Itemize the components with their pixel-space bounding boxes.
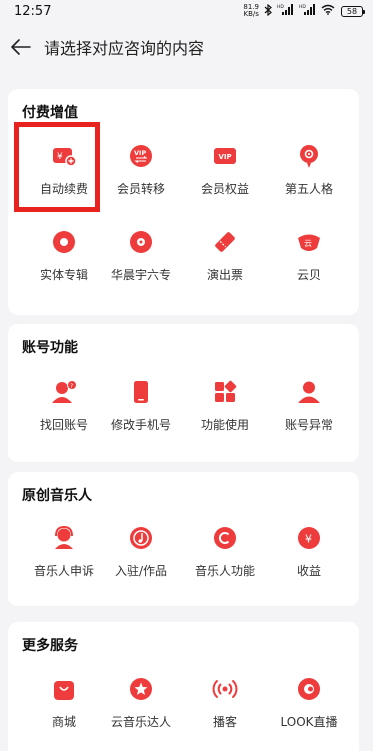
item-label: 会员权益 bbox=[200, 182, 249, 196]
status-icons: 81.9 KB/s HD HD 58 bbox=[243, 3, 365, 19]
item-label: 商城 bbox=[51, 715, 76, 729]
item-label: 播客 bbox=[212, 715, 237, 729]
section-title: 付费增值 bbox=[22, 105, 78, 121]
item-label: 收益 bbox=[296, 564, 321, 578]
physical-album-icon bbox=[51, 229, 77, 255]
item-label: 云音乐达人 bbox=[110, 715, 171, 729]
shopping-bag-icon bbox=[51, 676, 77, 702]
item-identity-v[interactable]: 第五人格 bbox=[269, 135, 349, 205]
star-badge-icon bbox=[128, 676, 154, 702]
item-label: 第五人格 bbox=[284, 182, 333, 196]
item-earnings[interactable]: ¥ 收益 bbox=[269, 517, 349, 587]
section-account: 账号功能 ? 找回账号 修改手机号 功能使用 账号异常 bbox=[8, 324, 359, 462]
ticket-icon bbox=[212, 229, 238, 255]
item-label: LOOK直播 bbox=[280, 715, 338, 729]
section-original-musician: 原创音乐人 音乐人申诉 入驻/作品 音乐人功能 ¥ 收益 bbox=[8, 472, 359, 606]
item-label: 会员转移 bbox=[116, 182, 165, 196]
item-ticket[interactable]: 演出票 bbox=[185, 221, 265, 291]
wifi-icon bbox=[321, 4, 335, 18]
item-podcast[interactable]: 播客 bbox=[185, 668, 265, 738]
back-arrow-icon[interactable] bbox=[8, 34, 34, 60]
item-mall[interactable]: 商城 bbox=[24, 668, 104, 738]
item-vip-transfer[interactable]: VIP 会员转移 bbox=[101, 135, 181, 205]
item-register-works[interactable]: 入驻/作品 bbox=[101, 517, 181, 587]
page-title: 请选择对应咨询的内容 bbox=[44, 39, 205, 58]
item-music-talent[interactable]: 云音乐达人 bbox=[101, 668, 181, 738]
item-musician-features[interactable]: 音乐人功能 bbox=[185, 517, 265, 587]
item-vip-benefits[interactable]: VIP 会员权益 bbox=[185, 135, 265, 205]
recover-account-icon: ? bbox=[51, 379, 77, 405]
signal-icon: HD bbox=[299, 4, 317, 18]
item-label: 找回账号 bbox=[39, 418, 88, 432]
svg-text:?: ? bbox=[70, 383, 73, 390]
item-look-live[interactable]: LOOK直播 bbox=[269, 668, 349, 738]
section-more-services: 更多服务 商城 云音乐达人 播客 LOOK直播 bbox=[8, 622, 359, 751]
battery-icon: 58 bbox=[341, 5, 365, 17]
section-title: 账号功能 bbox=[22, 340, 78, 356]
section-title: 原创音乐人 bbox=[22, 488, 92, 504]
item-disc[interactable]: 华晨宇六专 bbox=[101, 221, 181, 291]
headset-person-icon bbox=[51, 525, 77, 551]
item-label: 入驻/作品 bbox=[114, 564, 168, 578]
svg-text:HD: HD bbox=[299, 4, 306, 10]
net-speed-unit: KB/s bbox=[243, 10, 259, 18]
item-physical-album[interactable]: 实体专辑 bbox=[24, 221, 104, 291]
item-recover-account[interactable]: ? 找回账号 bbox=[24, 371, 104, 441]
header: 请选择对应咨询的内容 bbox=[0, 22, 373, 72]
signal-icon: HD bbox=[277, 4, 295, 18]
cloud-coin-icon: 云 bbox=[296, 229, 322, 255]
svg-text:HD: HD bbox=[277, 4, 284, 10]
svg-text:VIP: VIP bbox=[219, 153, 232, 161]
item-label: 音乐人功能 bbox=[194, 564, 255, 578]
item-change-phone[interactable]: 修改手机号 bbox=[101, 371, 181, 441]
vip-benefits-icon: VIP bbox=[212, 143, 238, 169]
net-speed: 81.9 KB/s bbox=[243, 4, 259, 18]
music-note-icon bbox=[128, 525, 154, 551]
item-label: 功能使用 bbox=[200, 418, 249, 432]
yuan-icon: ¥ bbox=[296, 525, 322, 551]
item-musician-appeal[interactable]: 音乐人申诉 bbox=[24, 517, 104, 587]
bluetooth-icon bbox=[263, 3, 273, 19]
item-label: 账号异常 bbox=[284, 418, 333, 432]
feature-grid-icon bbox=[212, 379, 238, 405]
status-bar: 12:57 81.9 KB/s HD HD 58 bbox=[0, 0, 373, 22]
phone-icon bbox=[128, 379, 154, 405]
identity-v-icon bbox=[296, 143, 322, 169]
live-eye-icon bbox=[296, 676, 322, 702]
disc-icon bbox=[128, 229, 154, 255]
vip-transfer-icon: VIP bbox=[128, 143, 154, 169]
item-label: 修改手机号 bbox=[110, 418, 171, 432]
section-title: 更多服务 bbox=[22, 638, 78, 654]
svg-text:VIP: VIP bbox=[134, 149, 146, 157]
item-account-issue[interactable]: 账号异常 bbox=[269, 371, 349, 441]
item-label: 实体专辑 bbox=[39, 268, 88, 282]
user-icon bbox=[296, 379, 322, 405]
highlight-box bbox=[14, 122, 100, 212]
broadcast-icon bbox=[212, 676, 238, 702]
item-feature-usage[interactable]: 功能使用 bbox=[185, 371, 265, 441]
item-label: 华晨宇六专 bbox=[110, 268, 171, 282]
battery-level: 58 bbox=[346, 6, 358, 16]
copyright-icon bbox=[212, 525, 238, 551]
item-label: 演出票 bbox=[206, 268, 243, 282]
status-time: 12:57 bbox=[14, 3, 52, 19]
svg-text:云: 云 bbox=[304, 239, 312, 248]
svg-text:¥: ¥ bbox=[305, 533, 312, 546]
item-label: 云贝 bbox=[296, 268, 321, 282]
item-cloud-coin[interactable]: 云 云贝 bbox=[269, 221, 349, 291]
item-label: 音乐人申诉 bbox=[33, 564, 94, 578]
